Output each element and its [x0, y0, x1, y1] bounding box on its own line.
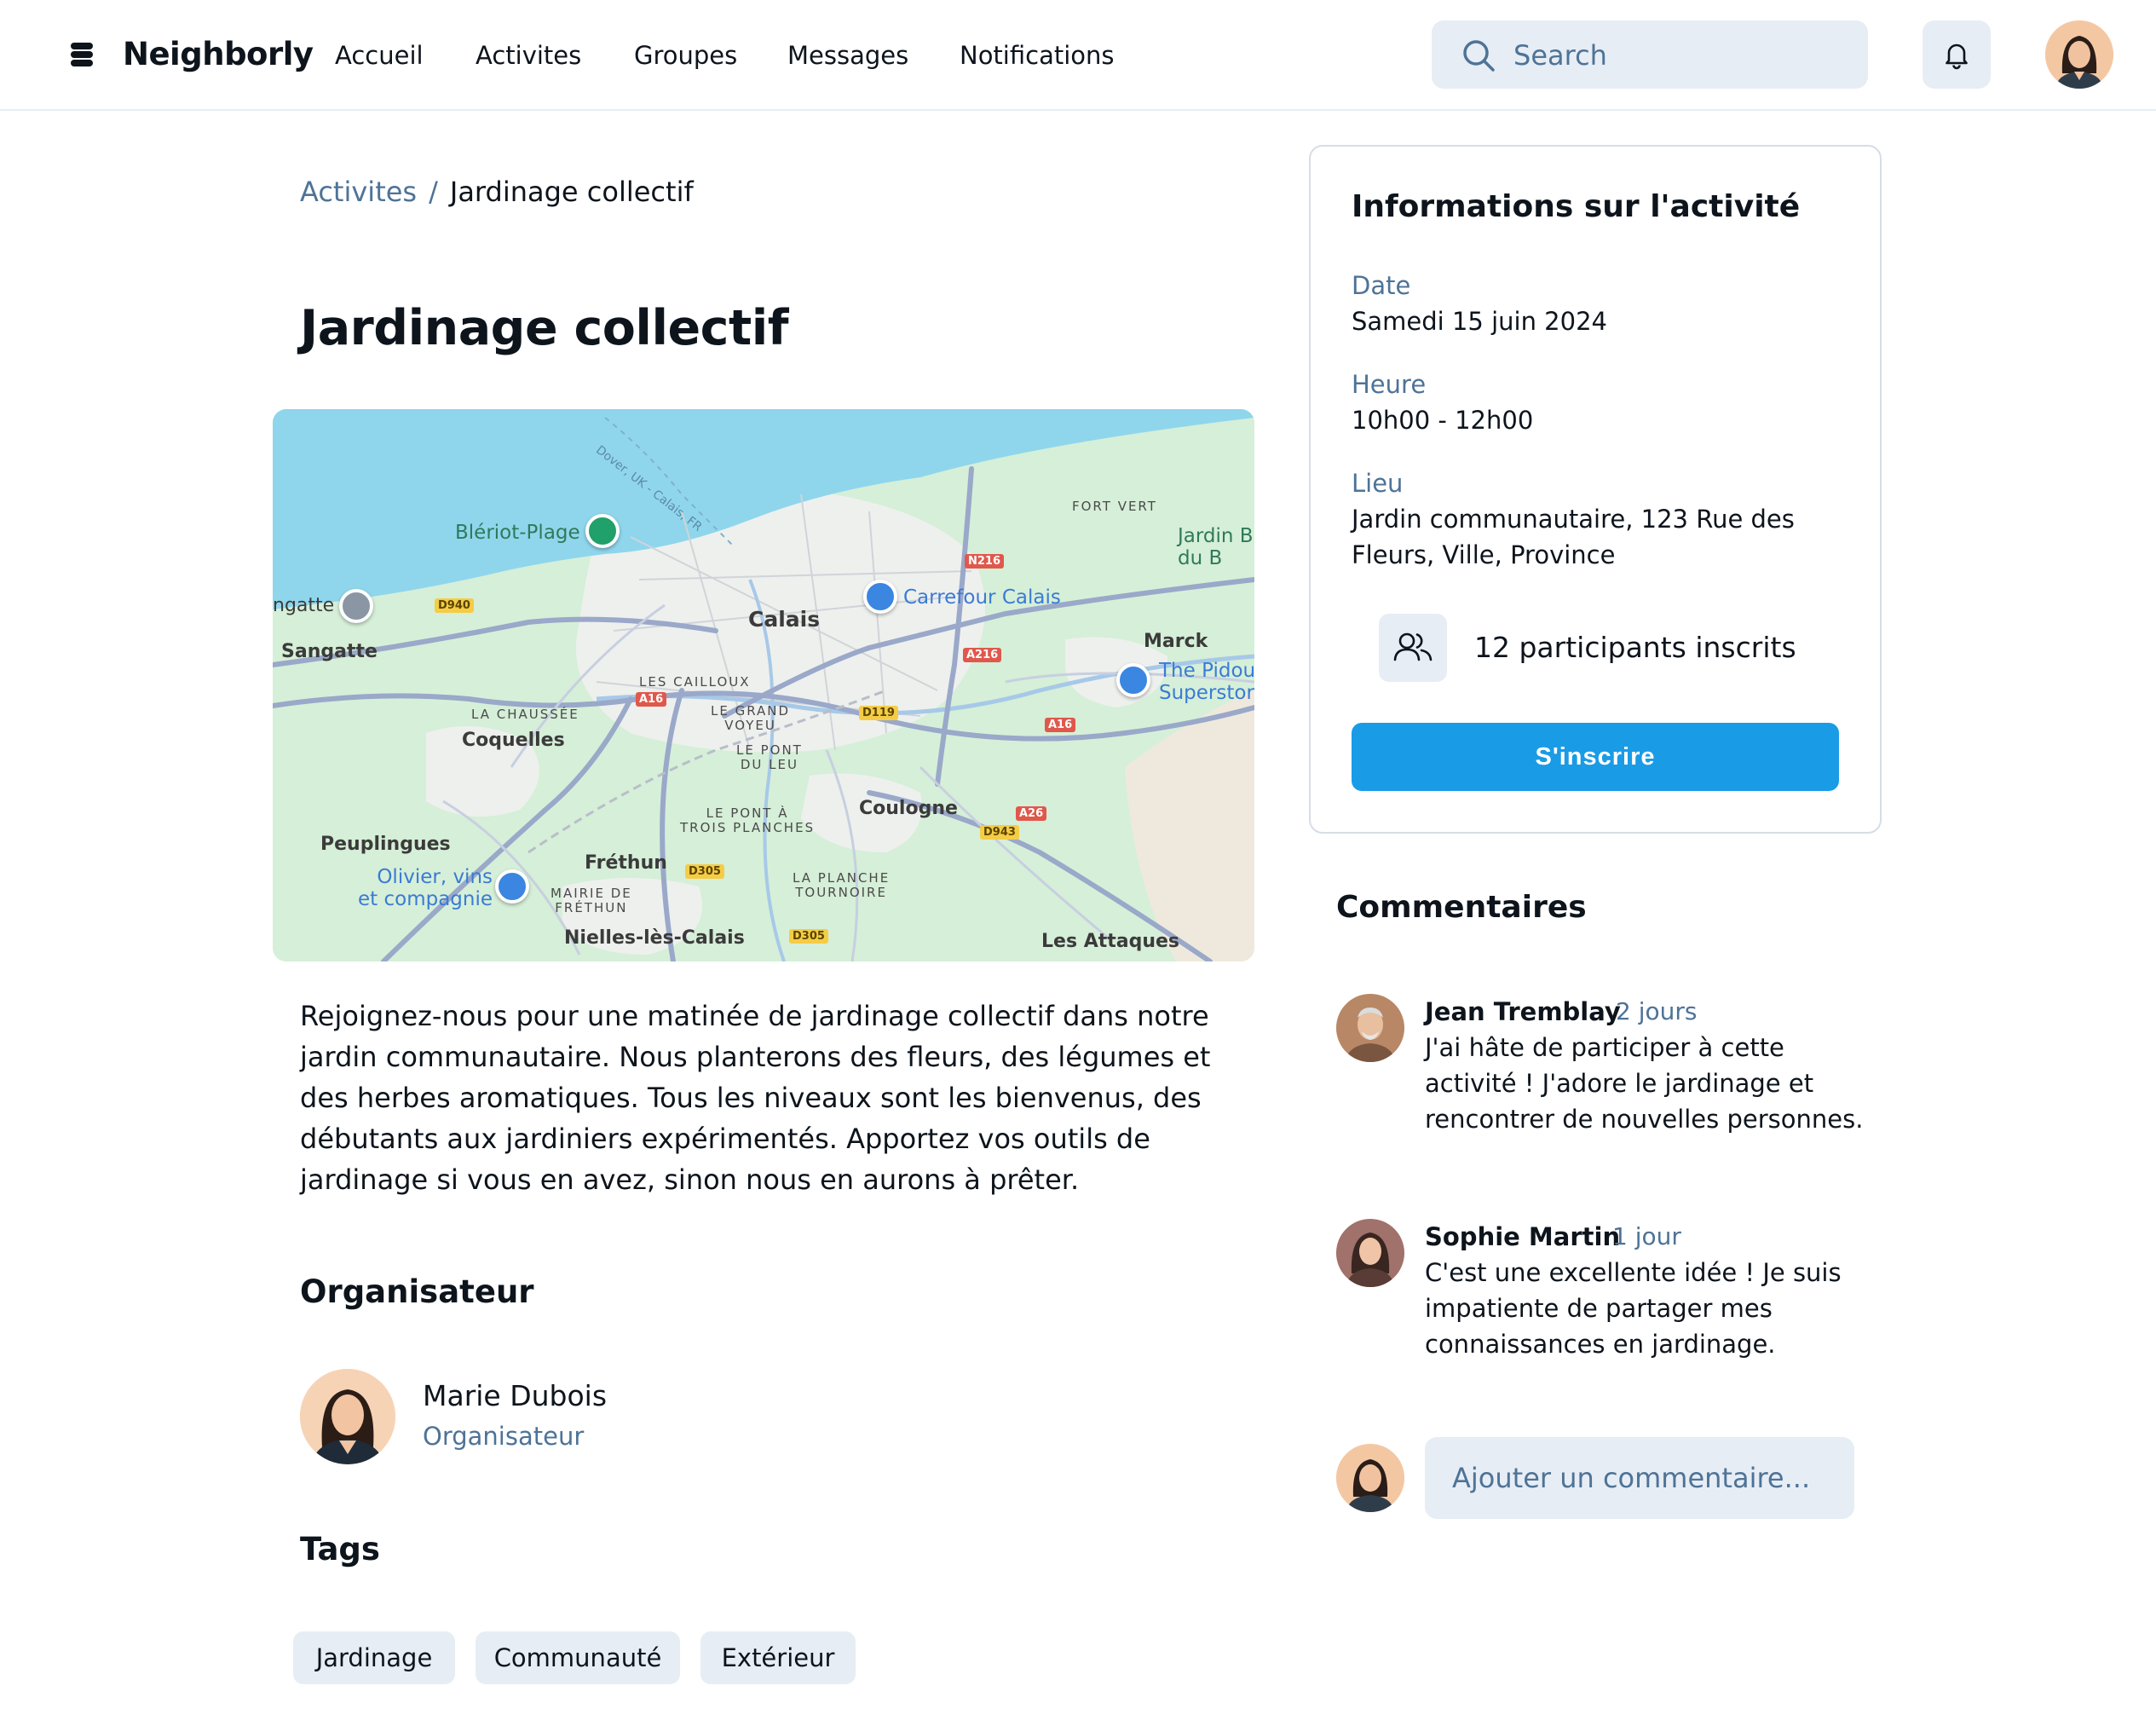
map-label-jardin: Jardin B du B [1178, 525, 1254, 569]
map-label-bleriot: Blériot-Plage [455, 522, 580, 544]
tag-jardinage[interactable]: Jardinage [293, 1631, 455, 1684]
map-label-peuplingues: Peuplingues [320, 834, 451, 855]
current-user-avatar [1336, 1444, 1404, 1512]
time-value: 10h00 - 12h00 [1352, 406, 1534, 435]
place-label: Lieu [1352, 469, 1404, 498]
breadcrumb: Activites / Jardinage collectif [300, 176, 694, 208]
breadcrumb-current: Jardinage collectif [449, 176, 694, 208]
search-placeholder: Search [1513, 39, 1607, 72]
map-label-chaussee: LA CHAUSSÉE [471, 707, 579, 722]
map-label-marck: Marck [1144, 631, 1208, 652]
road-a16-east: A16 [1045, 718, 1076, 732]
info-card-title: Informations sur l'activité [1352, 189, 1801, 224]
date-value: Samedi 15 juin 2024 [1352, 307, 1607, 336]
road-n216: N216 [965, 554, 1005, 569]
breadcrumb-activites-link[interactable]: Activites [300, 176, 417, 208]
road-d305-north: D305 [685, 864, 724, 879]
comment-author[interactable]: Sophie Martin [1425, 1222, 1620, 1251]
nav-messages[interactable]: Messages [787, 41, 908, 70]
map-label-pont-trois: LE PONT À TROIS PLANCHES [680, 805, 816, 835]
road-d119: D119 [859, 706, 898, 720]
comment-input[interactable] [1425, 1437, 1854, 1519]
nav-groupes[interactable]: Groupes [634, 41, 737, 70]
signup-button[interactable]: S'inscrire [1352, 723, 1839, 791]
user-avatar[interactable] [2045, 20, 2113, 89]
tag-communaute[interactable]: Communauté [476, 1631, 680, 1684]
road-d940: D940 [435, 598, 474, 613]
users-icon [1393, 632, 1433, 661]
road-d305-south: D305 [789, 929, 828, 944]
map-label-pidou: The Pidou Superstore [1159, 660, 1254, 704]
map-label-cailloux: LES CAILLOUX [639, 674, 751, 690]
stack-logo-icon[interactable] [68, 41, 95, 68]
map-label-olivier: Olivier, vins et compagnie [358, 866, 493, 910]
organizer-avatar[interactable] [300, 1369, 395, 1464]
organizer-role: Organisateur [423, 1422, 585, 1451]
page-title: Jardinage collectif [300, 300, 789, 356]
comment-time: 1 jour [1612, 1222, 1681, 1250]
bell-icon [1946, 43, 1968, 70]
map-label-fort-vert: FORT VERT [1072, 499, 1157, 514]
map-label-grand-voyeu: LE GRAND VOYEU [711, 703, 791, 733]
comment-avatar-jean[interactable] [1336, 994, 1404, 1062]
nav-accueil[interactable]: Accueil [335, 41, 424, 70]
time-label: Heure [1352, 370, 1427, 399]
map-pin-olivier[interactable] [495, 869, 529, 904]
map-label-frethun: Fréthun [585, 852, 667, 874]
road-a16-west: A16 [636, 692, 667, 707]
nav-activites[interactable]: Activites [476, 41, 581, 70]
map-label-planche: LA PLANCHE TOURNOIRE [793, 870, 891, 900]
comment-time: 2 jours [1616, 997, 1698, 1025]
map-label-nielles: Nielles-lès-Calais [564, 927, 745, 949]
road-d943: D943 [980, 825, 1019, 840]
activity-description: Rejoignez-nous pour une matinée de jardi… [300, 1000, 1211, 1196]
comment-text: C'est une excellente idée ! Je suis impa… [1425, 1258, 1842, 1359]
breadcrumb-separator: / [429, 176, 438, 208]
brand-name[interactable]: Neighborly [123, 36, 314, 72]
organizer-name[interactable]: Marie Dubois [423, 1379, 607, 1412]
map-pin-bleriot[interactable] [585, 514, 620, 548]
participants-icon-box [1379, 614, 1447, 682]
map-label-pont-du-leu: LE PONT DU LEU [736, 742, 803, 772]
road-a216: A216 [963, 648, 1002, 662]
map-label-calais: Calais [748, 607, 821, 632]
search-icon [1463, 40, 1495, 72]
top-navbar: Neighborly Accueil Activites Groupes Mes… [0, 0, 2156, 111]
organizer-section-title: Organisateur [300, 1273, 534, 1310]
map-label-carrefour: Carrefour Calais [903, 586, 1061, 609]
participants-count: 12 participants inscrits [1474, 631, 1796, 664]
map-pin-sangatte[interactable] [339, 589, 373, 623]
comment-avatar-sophie[interactable] [1336, 1219, 1404, 1287]
date-label: Date [1352, 271, 1411, 300]
place-value: Jardin communautaire, 123 Rue des Fleurs… [1352, 505, 1795, 569]
tag-exterieur[interactable]: Extérieur [700, 1631, 856, 1684]
map-label-coquelles: Coquelles [462, 730, 565, 751]
map-label-sangatte: Sangatte [281, 641, 378, 662]
comment-author[interactable]: Jean Tremblay [1425, 997, 1621, 1026]
map-pin-carrefour[interactable] [863, 580, 897, 614]
map-label-coulogne: Coulogne [859, 798, 958, 819]
nav-notifications[interactable]: Notifications [960, 41, 1115, 70]
road-a26: A26 [1016, 806, 1047, 821]
tags-section-title: Tags [300, 1531, 380, 1567]
comments-section-title: Commentaires [1336, 890, 1587, 925]
notifications-button[interactable] [1923, 20, 1991, 89]
map-pin-pidou[interactable] [1116, 663, 1150, 697]
comment-text: J'ai hâte de participer à cette activité… [1425, 1033, 1864, 1134]
search-input[interactable]: Search [1432, 20, 1868, 89]
map-label-attaques: Les Attaques [1041, 931, 1180, 952]
location-map[interactable]: Blériot-Plage ngatte Sangatte Calais Car… [273, 409, 1254, 961]
map-label-ngatte: ngatte [273, 595, 335, 616]
map-label-mairie: MAIRIE DE FRÉTHUN [551, 886, 632, 915]
